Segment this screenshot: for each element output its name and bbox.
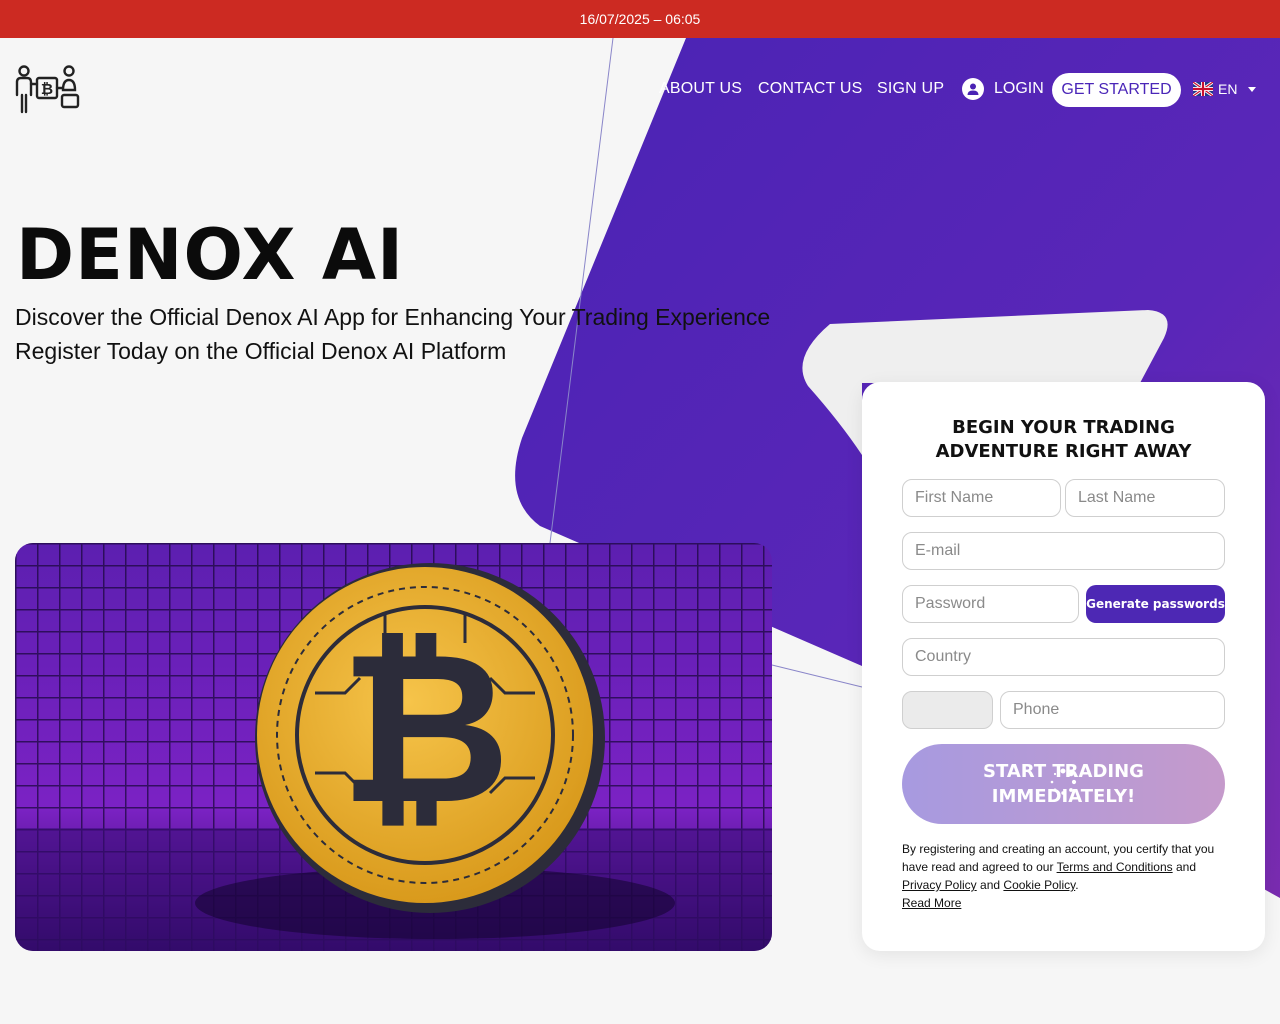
svg-text:₿: ₿: [339, 606, 510, 851]
hero-subtitle-line-1: Discover the Official Denox AI App for E…: [15, 304, 771, 330]
phone-input[interactable]: [1000, 691, 1225, 729]
email-input[interactable]: [902, 532, 1225, 570]
nav-sign-up[interactable]: SIGN UP: [877, 80, 944, 98]
phone-prefix-select[interactable]: [902, 691, 993, 729]
submit-label-line-1: START TRADING: [983, 761, 1144, 782]
date-time-text: 16/07/2025 – 06:05: [579, 11, 701, 27]
generate-password-button[interactable]: Generate passwords: [1086, 585, 1225, 623]
login-link[interactable]: LOGIN: [962, 78, 1044, 100]
nav-about-us[interactable]: ABOUT US: [659, 80, 742, 98]
legal-and-2: and: [980, 878, 1001, 892]
submit-label-line-2: IMMEDIATELY!: [991, 786, 1136, 807]
uk-flag-icon: [1193, 82, 1213, 96]
page-title: DENOX AI: [16, 214, 405, 296]
form-title: BEGIN YOUR TRADING ADVENTURE RIGHT AWAY: [935, 417, 1192, 462]
first-name-input[interactable]: [902, 479, 1061, 517]
language-selector[interactable]: EN: [1193, 81, 1257, 97]
get-started-button[interactable]: GET STARTED: [1052, 73, 1181, 107]
chevron-down-icon: [1248, 86, 1257, 92]
last-name-input[interactable]: [1065, 479, 1225, 517]
password-input[interactable]: [902, 585, 1079, 623]
terms-link[interactable]: Terms and Conditions: [1057, 860, 1173, 874]
legal-notice: By registering and creating an account, …: [902, 840, 1228, 912]
hero-subtitle-line-2: Register Today on the Official Denox AI …: [15, 338, 507, 364]
nav-contact-us[interactable]: CONTACT US: [758, 80, 863, 98]
hero-subtitle: Discover the Official Denox AI App for E…: [15, 300, 770, 368]
country-input[interactable]: [902, 638, 1225, 676]
language-label: EN: [1218, 81, 1238, 97]
login-label: LOGIN: [994, 80, 1044, 97]
start-trading-button[interactable]: START TRADING IMMEDIATELY!: [902, 744, 1225, 824]
main-navigation: ABOUT US CONTACT US SIGN UP LOGIN GET ST…: [0, 72, 1280, 108]
bitcoin-coin-icon: ₿: [15, 543, 772, 951]
privacy-policy-link[interactable]: Privacy Policy: [902, 878, 977, 892]
registration-form: BEGIN YOUR TRADING ADVENTURE RIGHT AWAY …: [862, 382, 1265, 951]
legal-period: .: [1075, 878, 1079, 892]
date-time-bar: 16/07/2025 – 06:05: [0, 0, 1280, 38]
read-more-link[interactable]: Read More: [902, 894, 1228, 912]
cookie-policy-link[interactable]: Cookie Policy: [1003, 878, 1075, 892]
hero-image: ₿: [15, 543, 772, 951]
legal-and-1: and: [1175, 860, 1197, 874]
user-icon: [962, 78, 984, 100]
